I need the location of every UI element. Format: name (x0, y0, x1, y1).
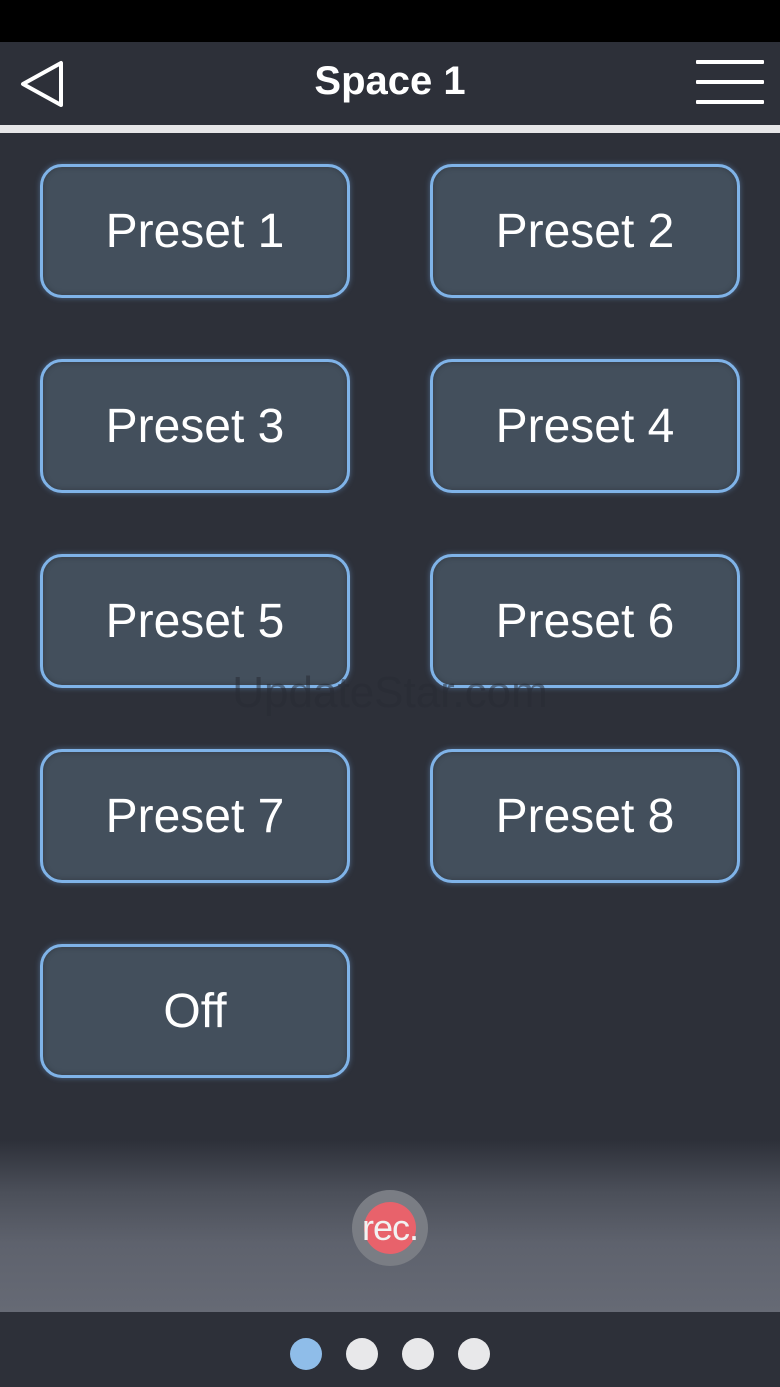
preset-2-button[interactable]: Preset 2 (430, 164, 740, 298)
page-dot-3[interactable] (402, 1338, 434, 1370)
preset-8-button[interactable]: Preset 8 (430, 749, 740, 883)
record-button[interactable]: rec. (352, 1190, 428, 1266)
header-divider (0, 125, 780, 133)
back-button[interactable] (14, 56, 70, 112)
preset-4-button[interactable]: Preset 4 (430, 359, 740, 493)
preset-1-button[interactable]: Preset 1 (40, 164, 350, 298)
page-title: Space 1 (314, 59, 466, 103)
status-bar (0, 0, 780, 42)
page-dot-2[interactable] (346, 1338, 378, 1370)
page-indicator-bar (0, 1312, 780, 1387)
preset-7-button[interactable]: Preset 7 (40, 749, 350, 883)
back-triangle-icon (21, 61, 63, 107)
preset-3-button[interactable]: Preset 3 (40, 359, 350, 493)
watermark: UpdateStar.com (232, 668, 548, 717)
page-dot-1[interactable] (290, 1338, 322, 1370)
menu-button[interactable] (690, 56, 766, 112)
record-label: rec. (361, 1207, 419, 1248)
page-dot-4[interactable] (458, 1338, 490, 1370)
off-button[interactable]: Off (40, 944, 350, 1078)
